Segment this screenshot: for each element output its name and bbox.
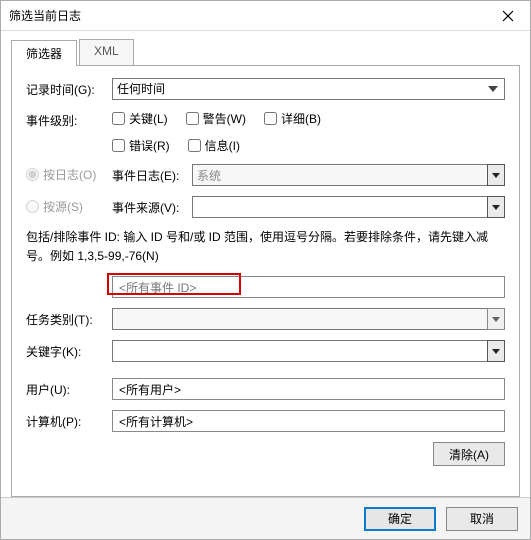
dialog-body: 筛选器 XML 记录时间(G): 任何时间 事件级别: 关键(L) [1, 31, 530, 497]
user-label: 用户(U): [26, 381, 112, 398]
logged-combo[interactable]: 任何时间 [112, 78, 505, 100]
ok-button[interactable]: 确定 [364, 507, 436, 531]
level-warning-label: 警告(W) [203, 110, 246, 127]
event-source-combo-button[interactable] [487, 196, 505, 218]
level-critical-check[interactable]: 关键(L) [112, 110, 168, 127]
by-log-label: 按日志(O) [43, 166, 96, 183]
window-title: 筛选当前日志 [9, 7, 81, 24]
filter-dialog: 筛选当前日志 筛选器 XML 记录时间(G): 任何时间 事件级别: [0, 0, 531, 540]
event-level-label: 事件级别: [26, 110, 112, 129]
level-verbose-label: 详细(B) [281, 110, 321, 127]
event-log-combo[interactable] [192, 164, 487, 186]
tab-strip: 筛选器 XML [11, 39, 520, 66]
by-log-radio-input [26, 168, 39, 181]
keywords-combo-button[interactable] [487, 340, 505, 362]
logged-label: 记录时间(G): [26, 81, 112, 98]
level-error-label: 错误(R) [129, 137, 170, 154]
level-critical-label: 关键(L) [129, 110, 168, 127]
close-icon [502, 10, 514, 22]
task-category-combo-button [487, 308, 505, 330]
computer-input[interactable] [112, 410, 505, 432]
event-source-label: 事件来源(V): [112, 199, 192, 216]
close-button[interactable] [486, 1, 530, 31]
clear-button[interactable]: 清除(A) [433, 442, 505, 466]
level-critical-box[interactable] [112, 112, 125, 125]
level-warning-check[interactable]: 警告(W) [186, 110, 246, 127]
keywords-combo[interactable] [112, 340, 487, 362]
dialog-footer: 确定 取消 [1, 497, 530, 539]
event-id-input[interactable] [112, 276, 505, 298]
computer-label: 计算机(P): [26, 413, 112, 430]
keywords-label: 关键字(K): [26, 343, 112, 360]
level-error-check[interactable]: 错误(R) [112, 137, 170, 154]
include-exclude-help: 包括/排除事件 ID: 输入 ID 号和/或 ID 范围，使用逗号分隔。若要排除… [26, 228, 505, 266]
user-input[interactable] [112, 378, 505, 400]
task-category-combo [112, 308, 487, 330]
event-log-combo-button[interactable] [487, 164, 505, 186]
cancel-button[interactable]: 取消 [446, 507, 518, 531]
level-verbose-box[interactable] [264, 112, 277, 125]
tab-xml[interactable]: XML [79, 39, 134, 65]
tab-panel-filter: 记录时间(G): 任何时间 事件级别: 关键(L) [11, 66, 520, 497]
by-source-label: 按源(S) [43, 198, 83, 215]
level-information-label: 信息(I) [205, 137, 240, 154]
by-log-radio: 按日志(O) [26, 166, 96, 183]
level-error-box[interactable] [112, 139, 125, 152]
titlebar: 筛选当前日志 [1, 1, 530, 31]
level-verbose-check[interactable]: 详细(B) [264, 110, 321, 127]
level-information-check[interactable]: 信息(I) [188, 137, 240, 154]
event-source-combo[interactable] [192, 196, 487, 218]
by-source-radio: 按源(S) [26, 198, 83, 215]
task-category-label: 任务类别(T): [26, 311, 112, 328]
tab-filter[interactable]: 筛选器 [11, 40, 77, 66]
level-warning-box[interactable] [186, 112, 199, 125]
level-information-box[interactable] [188, 139, 201, 152]
event-log-label: 事件日志(E): [112, 167, 192, 184]
by-source-radio-input [26, 200, 39, 213]
